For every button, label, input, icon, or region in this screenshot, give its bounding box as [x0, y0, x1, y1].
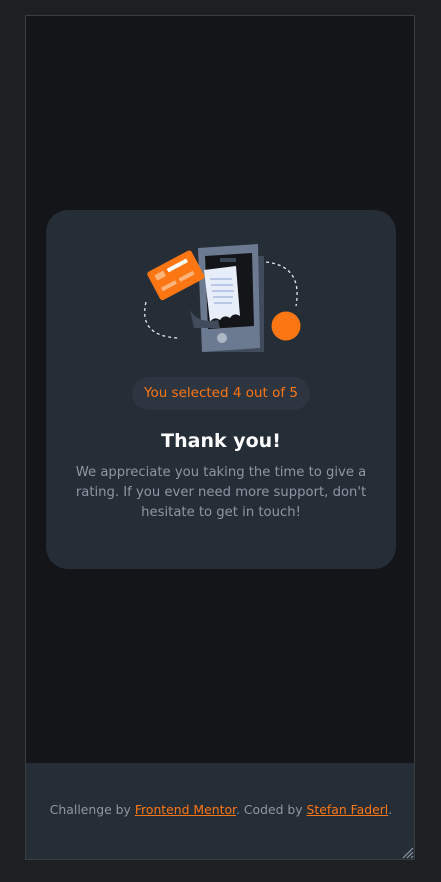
selection-badge: You selected 4 out of 5: [132, 377, 310, 410]
author-link[interactable]: Stefan Faderl: [307, 802, 389, 817]
thank-you-card: You selected 4 out of 5 Thank you! We ap…: [46, 210, 396, 569]
thank-you-message: We appreciate you taking the time to giv…: [75, 465, 367, 520]
footer: Challenge by Frontend Mentor. Coded by S…: [26, 763, 414, 859]
attribution-middle: . Coded by: [236, 802, 307, 817]
payment-phone-illustration-icon: [144, 244, 301, 352]
attribution: Challenge by Frontend Mentor. Coded by S…: [26, 802, 414, 817]
attribution-suffix: .: [388, 802, 393, 817]
app-frame: You selected 4 out of 5 Thank you! We ap…: [25, 15, 415, 860]
resize-handle-icon[interactable]: [402, 847, 414, 859]
thank-you-title: Thank you!: [161, 430, 281, 452]
frontend-mentor-link[interactable]: Frontend Mentor: [135, 802, 236, 817]
attribution-prefix: Challenge by: [49, 802, 135, 817]
